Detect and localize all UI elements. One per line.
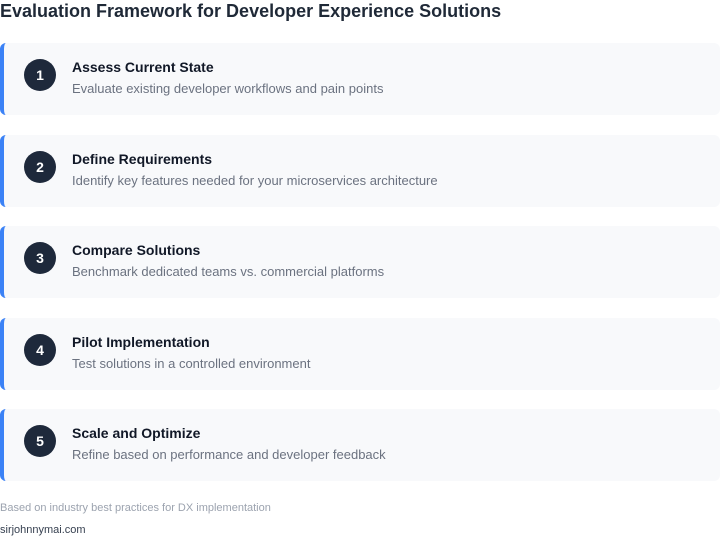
step-number-badge: 2	[24, 150, 56, 183]
step-description: Refine based on performance and develope…	[72, 447, 386, 462]
step-number-badge: 1	[24, 59, 56, 91]
steps-list: 1 Assess Current State Evaluate existing…	[0, 43, 720, 501]
footnote: Based on industry best practices for DX …	[0, 502, 271, 514]
page-title: Evaluation Framework for Developer Exper…	[0, 1, 502, 21]
site-credit: sirjohnnymai.com	[0, 524, 86, 536]
step-number-badge: 3	[24, 242, 56, 274]
step-number-badge: 5	[24, 425, 56, 457]
step-card: 3 Compare Solutions Benchmark dedicated …	[0, 226, 720, 298]
page: Evaluation Framework for Developer Exper…	[0, 0, 720, 537]
step-number-badge: 4	[24, 333, 56, 366]
step-title: Pilot Implementation	[72, 333, 210, 350]
step-description: Evaluate existing developer workflows an…	[72, 81, 384, 96]
step-card: 1 Assess Current State Evaluate existing…	[0, 43, 720, 115]
step-title: Compare Solutions	[72, 242, 201, 258]
step-title: Scale and Optimize	[72, 425, 201, 441]
step-description: Identify key features needed for your mi…	[72, 172, 438, 188]
step-card: 5 Scale and Optimize Refine based on per…	[0, 409, 720, 481]
step-title: Define Requirements	[72, 150, 213, 167]
step-card: 2 Define Requirements Identify key featu…	[0, 134, 720, 207]
step-description: Benchmark dedicated teams vs. commercial…	[72, 264, 385, 279]
step-title: Assess Current State	[72, 59, 214, 75]
step-card: 4 Pilot Implementation Test solutions in…	[0, 317, 720, 390]
step-description: Test solutions in a controlled environme…	[72, 355, 311, 371]
